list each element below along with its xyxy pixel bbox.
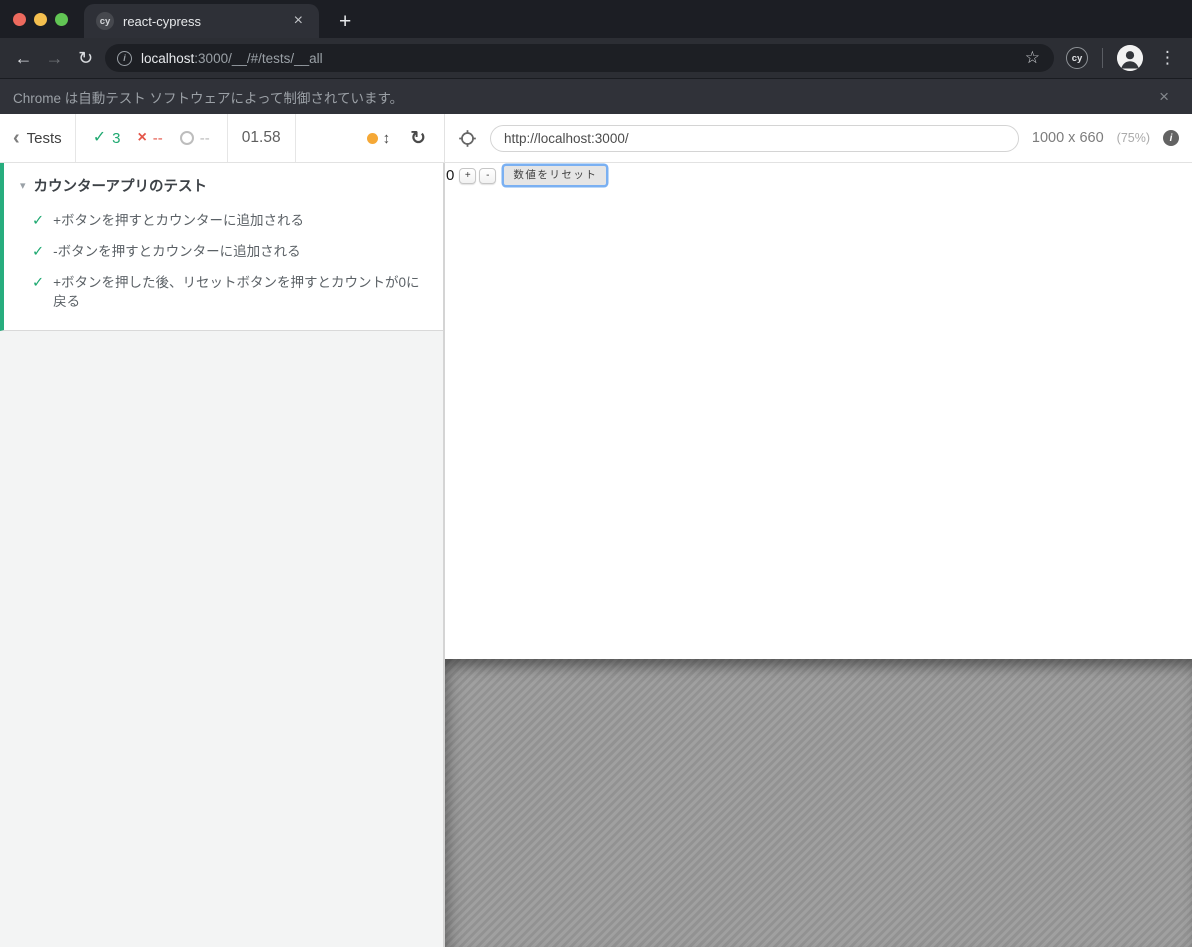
test-label: +ボタンを押した後、リセットボタンを押すとカウントが0に戻る bbox=[53, 274, 427, 312]
check-icon: ✓ bbox=[32, 274, 44, 312]
test-label: +ボタンを押すとカウンターに追加される bbox=[53, 212, 304, 231]
viewport-info-icon[interactable]: i bbox=[1163, 130, 1179, 146]
cypress-favicon-icon: cy bbox=[96, 12, 114, 30]
notice-close-icon[interactable]: × bbox=[1149, 88, 1179, 105]
viewport-size: 1000 x 660 bbox=[1032, 130, 1104, 146]
pending-stat: -- bbox=[180, 130, 210, 147]
reload-icon[interactable]: ↻ bbox=[70, 49, 101, 67]
rerun-tests-icon[interactable]: ↻ bbox=[404, 129, 444, 148]
failed-stat: × -- bbox=[137, 130, 162, 147]
forward-icon: → bbox=[39, 49, 70, 67]
reporter-sidebar: ▾ カウンターアプリのテスト ✓ +ボタンを押すとカウンターに追加される ✓ -… bbox=[0, 163, 445, 947]
test-label: -ボタンを押すとカウンターに追加される bbox=[53, 243, 301, 262]
check-icon: ✓ bbox=[32, 212, 44, 231]
test-row[interactable]: ✓ -ボタンを押すとカウンターに追加される bbox=[14, 237, 427, 268]
counter-app: 0 + - 数値をリセット bbox=[446, 166, 1192, 185]
close-window-button[interactable] bbox=[13, 13, 26, 26]
tests-label: Tests bbox=[27, 130, 62, 147]
test-row[interactable]: ✓ +ボタンを押した後、リセットボタンを押すとカウントが0に戻る bbox=[14, 268, 427, 318]
toolbar-divider bbox=[1102, 48, 1103, 68]
viewport-overflow-area bbox=[445, 659, 1192, 947]
tab-close-icon[interactable]: × bbox=[290, 11, 307, 31]
site-info-icon[interactable]: i bbox=[117, 51, 132, 66]
person-icon bbox=[1117, 45, 1143, 71]
profile-avatar[interactable] bbox=[1117, 45, 1143, 71]
tab-strip: cy react-cypress × + bbox=[0, 0, 1192, 38]
bookmark-star-icon[interactable]: ☆ bbox=[1023, 48, 1042, 68]
updown-arrow-icon: ↕ bbox=[383, 130, 391, 147]
chevron-left-icon: ‹ bbox=[13, 128, 20, 148]
browser-toolbar: ← → ↻ i localhost :3000/__/#/tests/__all… bbox=[0, 38, 1192, 78]
runner-body: ▾ カウンターアプリのテスト ✓ +ボタンを押すとカウンターに追加される ✓ -… bbox=[0, 163, 1192, 947]
aut-iframe: 0 + - 数値をリセット bbox=[445, 163, 1192, 659]
pending-count: -- bbox=[200, 130, 210, 147]
automation-notice-bar: Chrome は自動テスト ソフトウェアによって制御されています。 × bbox=[0, 78, 1192, 114]
autoscroll-dot-icon bbox=[367, 133, 378, 144]
test-suite-card: ▾ カウンターアプリのテスト ✓ +ボタンを押すとカウンターに追加される ✓ -… bbox=[0, 163, 443, 331]
minimize-window-button[interactable] bbox=[34, 13, 47, 26]
check-icon: ✓ bbox=[32, 243, 44, 262]
aut-url-input[interactable] bbox=[490, 125, 1019, 152]
autoscroll-toggle[interactable]: ↕ bbox=[353, 130, 405, 147]
passed-stat: ✓ 3 bbox=[93, 130, 121, 147]
new-tab-button[interactable]: + bbox=[319, 11, 351, 38]
reporter-header: ‹ Tests ✓ 3 × -- -- 01.58 bbox=[0, 114, 445, 162]
chrome-menu-icon[interactable]: ⋮ bbox=[1151, 48, 1184, 68]
back-to-tests-button[interactable]: ‹ Tests bbox=[0, 114, 75, 162]
tab-title: react-cypress bbox=[123, 14, 281, 29]
runner-header: ‹ Tests ✓ 3 × -- -- 01.58 bbox=[0, 114, 1192, 163]
crosshair-icon bbox=[458, 129, 477, 148]
suite-header[interactable]: ▾ カウンターアプリのテスト bbox=[14, 173, 427, 206]
back-icon[interactable]: ← bbox=[8, 49, 39, 67]
url-host: localhost bbox=[141, 51, 194, 66]
counter-value: 0 bbox=[446, 167, 454, 184]
reset-button[interactable]: 数値をリセット bbox=[504, 166, 606, 185]
pending-circle-icon bbox=[180, 131, 194, 145]
address-bar[interactable]: i localhost :3000/__/#/tests/__all ☆ bbox=[105, 44, 1054, 72]
cross-icon: × bbox=[137, 130, 146, 146]
viewport-scale: (75%) bbox=[1117, 131, 1150, 145]
failed-count: -- bbox=[153, 130, 163, 147]
run-duration: 01.58 bbox=[228, 129, 295, 147]
test-row[interactable]: ✓ +ボタンを押すとカウンターに追加される bbox=[14, 206, 427, 237]
passed-count: 3 bbox=[112, 130, 120, 147]
cypress-extension-icon[interactable]: cy bbox=[1066, 47, 1088, 69]
url-path: :3000/__/#/tests/__all bbox=[194, 51, 322, 66]
decrement-button[interactable]: - bbox=[479, 168, 496, 184]
window-controls bbox=[0, 0, 84, 38]
aut-pane: 0 + - 数値をリセット bbox=[445, 163, 1192, 947]
collapse-triangle-icon: ▾ bbox=[20, 179, 26, 192]
test-stats: ✓ 3 × -- -- bbox=[76, 130, 227, 147]
automation-notice-text: Chrome は自動テスト ソフトウェアによって制御されています。 bbox=[13, 87, 403, 107]
browser-window: cy react-cypress × + ← → ↻ i localhost :… bbox=[0, 0, 1192, 947]
zoom-window-button[interactable] bbox=[55, 13, 68, 26]
selector-playground-button[interactable] bbox=[458, 129, 477, 148]
check-icon: ✓ bbox=[93, 130, 106, 146]
aut-header: 1000 x 660 (75%) i bbox=[445, 114, 1192, 162]
suite-title: カウンターアプリのテスト bbox=[34, 175, 207, 196]
browser-tab[interactable]: cy react-cypress × bbox=[84, 4, 319, 38]
increment-button[interactable]: + bbox=[459, 168, 476, 184]
